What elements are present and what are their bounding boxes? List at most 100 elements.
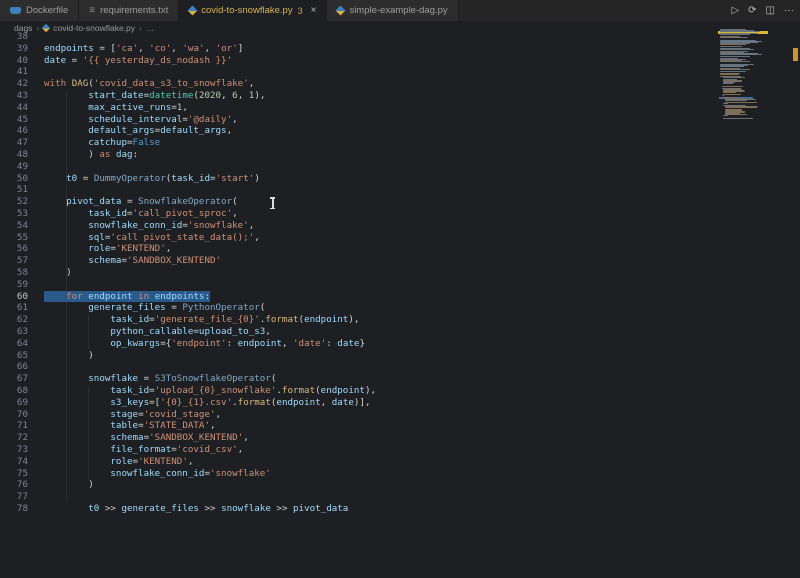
line-number[interactable]: 75 <box>2 468 28 480</box>
code-line-57[interactable]: 57 schema='SANDBOX_KENTEND' <box>0 255 720 267</box>
code-line-43[interactable]: 43 start_date=datetime(2020, 6, 1), <box>0 90 720 102</box>
code-line-44[interactable]: 44 max_active_runs=1, <box>0 102 720 114</box>
code-line-52[interactable]: 52 pivot_data = SnowflakeOperator( <box>0 196 720 208</box>
line-number[interactable]: 41 <box>2 66 28 78</box>
code-line-45[interactable]: 45 schedule_interval='@daily', <box>0 114 720 126</box>
line-number[interactable]: 56 <box>2 243 28 255</box>
code-text: default_args=default_args, <box>44 125 232 137</box>
code-line-64[interactable]: 64 op_kwargs={'endpoint': endpoint, 'dat… <box>0 338 720 350</box>
code-line-66[interactable]: 66 <box>0 361 720 373</box>
minimap[interactable] <box>718 28 768 126</box>
code-line-51[interactable]: 51 <box>0 184 720 196</box>
line-number[interactable]: 55 <box>2 232 28 244</box>
more-actions-icon[interactable]: ··· <box>784 6 794 16</box>
run-all-icon[interactable]: ⟳ <box>748 6 756 16</box>
line-number[interactable]: 73 <box>2 444 28 456</box>
code-line-46[interactable]: 46 default_args=default_args, <box>0 125 720 137</box>
code-line-56[interactable]: 56 role='KENTEND', <box>0 243 720 255</box>
code-text: snowflake_conn_id='snowflake', <box>44 220 254 232</box>
line-number[interactable]: 59 <box>2 279 28 291</box>
line-number[interactable]: 38 <box>2 31 28 43</box>
code-line-39[interactable]: 39 endpoints = ['ca', 'co', 'wa', 'or'] <box>0 43 720 55</box>
code-line-63[interactable]: 63 python_callable=upload_to_s3, <box>0 326 720 338</box>
code-line-68[interactable]: 68 task_id='upload_{0}_snowflake'.format… <box>0 385 720 397</box>
line-number[interactable]: 47 <box>2 137 28 149</box>
line-number[interactable]: 60 <box>2 291 28 303</box>
line-number[interactable]: 52 <box>2 196 28 208</box>
code-text: endpoints = ['ca', 'co', 'wa', 'or'] <box>44 43 243 55</box>
code-line-55[interactable]: 55 sql='call pivot_state_data();', <box>0 232 720 244</box>
code-line-50[interactable]: 50 t0 = DummyOperator(task_id='start') <box>0 173 720 185</box>
code-line-62[interactable]: 62 task_id='generate_file_{0}'.format(en… <box>0 314 720 326</box>
line-number[interactable]: 46 <box>2 125 28 137</box>
line-number[interactable]: 42 <box>2 78 28 90</box>
code-line-38[interactable]: 38 <box>0 31 720 43</box>
line-number[interactable]: 43 <box>2 90 28 102</box>
code-line-71[interactable]: 71 table='STATE_DATA', <box>0 420 720 432</box>
line-number[interactable]: 45 <box>2 114 28 126</box>
run-icon[interactable]: ▷ <box>731 6 739 16</box>
code-line-61[interactable]: 61 generate_files = PythonOperator( <box>0 302 720 314</box>
line-number[interactable]: 74 <box>2 456 28 468</box>
line-number[interactable]: 48 <box>2 149 28 161</box>
line-number[interactable]: 61 <box>2 302 28 314</box>
code-line-76[interactable]: 76 ) <box>0 479 720 491</box>
code-editor[interactable]: 3839 endpoints = ['ca', 'co', 'wa', 'or']… <box>0 31 800 578</box>
line-number[interactable]: 72 <box>2 432 28 444</box>
line-number[interactable]: 69 <box>2 397 28 409</box>
code-line-67[interactable]: 67 snowflake = S3ToSnowflakeOperator( <box>0 373 720 385</box>
code-line-41[interactable]: 41 <box>0 66 720 78</box>
tab-simple-example-dag.py[interactable]: simple-example-dag.py <box>327 0 458 21</box>
code-line-60[interactable]: 60 for endpoint in endpoints: <box>0 291 720 303</box>
code-line-53[interactable]: 53 task_id='call_pivot_sproc', <box>0 208 720 220</box>
line-number[interactable]: 57 <box>2 255 28 267</box>
line-number[interactable]: 78 <box>2 503 28 515</box>
line-number[interactable]: 64 <box>2 338 28 350</box>
code-line-40[interactable]: 40date = '{{ yesterday_ds_nodash }}' <box>0 55 720 67</box>
tab-Dockerfile[interactable]: Dockerfile <box>0 0 79 21</box>
line-number[interactable]: 58 <box>2 267 28 279</box>
minimap-line <box>720 56 750 57</box>
line-number[interactable]: 63 <box>2 326 28 338</box>
line-number[interactable]: 53 <box>2 208 28 220</box>
code-line-42[interactable]: 42with DAG('covid_data_s3_to_snowflake', <box>0 78 720 90</box>
code-line-49[interactable]: 49 <box>0 161 720 173</box>
code-text: stage='covid_stage', <box>44 409 221 421</box>
line-number[interactable]: 66 <box>2 361 28 373</box>
code-line-54[interactable]: 54 snowflake_conn_id='snowflake', <box>0 220 720 232</box>
line-number[interactable]: 65 <box>2 350 28 362</box>
code-line-75[interactable]: 75 snowflake_conn_id='snowflake' <box>0 468 720 480</box>
code-line-74[interactable]: 74 role='KENTEND', <box>0 456 720 468</box>
line-number[interactable]: 54 <box>2 220 28 232</box>
line-number[interactable]: 39 <box>2 43 28 55</box>
code-line-59[interactable]: 59 <box>0 279 720 291</box>
tab-covid-to-snowflake.py[interactable]: covid-to-snowflake.py3× <box>179 0 327 21</box>
line-number[interactable]: 49 <box>2 161 28 173</box>
line-number[interactable]: 40 <box>2 55 28 67</box>
code-line-77[interactable]: 77 <box>0 491 720 503</box>
minimap-line <box>722 95 725 96</box>
line-number[interactable]: 67 <box>2 373 28 385</box>
line-number[interactable]: 68 <box>2 385 28 397</box>
line-number[interactable]: 77 <box>2 491 28 503</box>
line-number[interactable]: 70 <box>2 409 28 421</box>
line-number[interactable]: 62 <box>2 314 28 326</box>
line-number[interactable]: 76 <box>2 479 28 491</box>
line-number[interactable]: 51 <box>2 184 28 196</box>
code-line-58[interactable]: 58 ) <box>0 267 720 279</box>
code-line-69[interactable]: 69 s3_keys=['{0}_{1}.csv'.format(endpoin… <box>0 397 720 409</box>
code-line-47[interactable]: 47 catchup=False <box>0 137 720 149</box>
code-line-70[interactable]: 70 stage='covid_stage', <box>0 409 720 421</box>
code-text: sql='call pivot_state_data();', <box>44 232 260 244</box>
code-line-48[interactable]: 48 ) as dag: <box>0 149 720 161</box>
split-editor-icon[interactable]: ◫ <box>766 6 775 16</box>
line-number[interactable]: 50 <box>2 173 28 185</box>
close-icon[interactable]: × <box>311 5 317 16</box>
code-line-78[interactable]: 78 t0 >> generate_files >> snowflake >> … <box>0 503 720 515</box>
code-line-73[interactable]: 73 file_format='covid_csv', <box>0 444 720 456</box>
tab-requirements.txt[interactable]: ≡requirements.txt <box>79 0 179 21</box>
line-number[interactable]: 44 <box>2 102 28 114</box>
line-number[interactable]: 71 <box>2 420 28 432</box>
code-line-72[interactable]: 72 schema='SANDBOX_KENTEND', <box>0 432 720 444</box>
code-line-65[interactable]: 65 ) <box>0 350 720 362</box>
